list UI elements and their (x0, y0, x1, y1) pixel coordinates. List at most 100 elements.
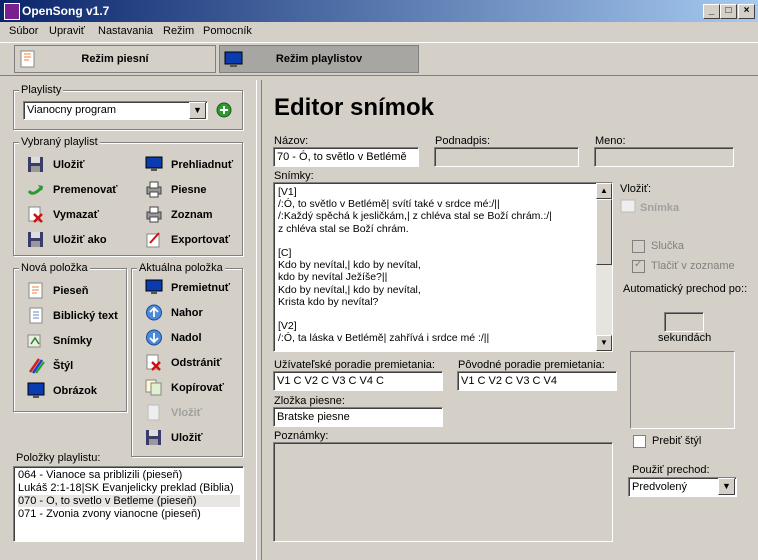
meno-field[interactable] (594, 147, 734, 167)
user-order-label: Užívateľské poradie premietania: (274, 359, 435, 371)
list-item-selected[interactable]: 070 - O, to svetlo v Betleme (pieseň) (18, 495, 240, 507)
slide-text-line: Krista kdo by nevítal? (278, 295, 379, 308)
transition-label: Použiť prechod: (632, 464, 710, 476)
slide-text-line: [V2] (278, 320, 297, 333)
meno-label: Meno: (595, 135, 626, 147)
name-label: Názov: (274, 135, 309, 147)
current-item-label: Aktuálna položka (137, 262, 225, 274)
song-mode-button[interactable]: Režim piesní (14, 45, 216, 73)
seconds-label: sekundách (658, 332, 712, 344)
song-mode-label: Režim piesní (81, 53, 149, 65)
override-style-label: Prebiť štýl (652, 435, 702, 447)
selected-playlist-label: Vybraný playlist (19, 136, 100, 148)
scroll-down-icon[interactable]: ▼ (596, 335, 612, 351)
monitor-icon (145, 156, 163, 171)
slide-text-line: [V1] (278, 186, 297, 198)
close-button[interactable]: × (738, 4, 755, 19)
insert-label: Vložiť: (620, 183, 652, 195)
window-title: OpenSong v1.7 (22, 4, 110, 18)
chevron-down-icon[interactable]: ▼ (189, 102, 206, 119)
playlist-items-label: Položky playlistu: (16, 452, 101, 464)
loop-label: Slučka (651, 240, 685, 252)
delete-icon (28, 206, 43, 223)
app-icon (4, 3, 20, 20)
rename-arrow-icon (27, 185, 44, 195)
delete-icon (146, 354, 161, 371)
song-icon (28, 282, 43, 299)
override-style-checkbox[interactable] (633, 435, 646, 448)
playlist-select-value: Vianocny program (27, 104, 117, 116)
slide-text-line: /:Ó, to světlo v Betlémě| svítí také v s… (278, 198, 500, 211)
slide-text-line: z chléva stal se Boží chrám. (278, 222, 409, 235)
chevron-down-icon[interactable]: ▼ (718, 478, 735, 495)
arrow-up-icon (146, 304, 162, 321)
menu-file[interactable]: Súbor (9, 25, 38, 37)
slide-text-line: kdo by nevítal Ježíše?|| (278, 271, 388, 284)
export-icon (146, 232, 160, 248)
slide-text-line: [C] (278, 247, 292, 259)
subtitle-field[interactable] (434, 147, 579, 167)
floppy-icon (28, 157, 43, 172)
slides-textarea[interactable]: [V1]/:Ó, to světlo v Betlémě| svítí také… (273, 182, 613, 352)
scroll-up-icon[interactable]: ▲ (596, 183, 612, 199)
maximize-button[interactable]: □ (720, 4, 737, 19)
auto-transition-label: Automatický prechod po:: (623, 283, 748, 295)
print-label: Tlačiť v zozname (651, 260, 735, 272)
folder-field[interactable]: Bratske piesne (273, 407, 443, 427)
editor-heading: Editor snímok (274, 94, 435, 121)
seconds-field[interactable] (664, 312, 704, 332)
menu-settings[interactable]: Nastavania (98, 25, 153, 37)
playlist-mode-label: Režim playlistov (275, 53, 363, 65)
slides-label: Snímky: (274, 170, 314, 182)
checkmark-icon: ✓ (634, 259, 643, 270)
title-bar: OpenSong v1.7 _ □ × (0, 0, 758, 22)
panel-divider (256, 80, 262, 560)
paste-icon (147, 404, 160, 421)
menu-edit[interactable]: Upraviť (49, 25, 85, 37)
slide-text-line: /:Každý spěchá k jesličkám,| z chléva st… (278, 210, 552, 223)
name-field[interactable]: 70 - Ó, to světlo v Betlémě (273, 147, 419, 167)
copy-icon (145, 379, 162, 396)
preview-box (630, 351, 735, 429)
folder-label: Zložka piesne: (274, 395, 345, 407)
menu-mode[interactable]: Režim (163, 25, 194, 37)
minimize-button[interactable]: _ (703, 4, 720, 19)
notes-label: Poznámky: (274, 430, 329, 442)
printer-icon (146, 181, 162, 198)
image-icon (27, 382, 45, 398)
style-icon (28, 358, 45, 374)
transition-select[interactable]: Predvolený ▼ (628, 477, 737, 497)
loop-checkbox[interactable] (632, 240, 645, 253)
list-item[interactable]: 064 - Vianoce sa priblizili (pieseň) (18, 469, 240, 481)
slides-scrollbar[interactable]: ▲ ▼ (596, 183, 612, 351)
notes-field[interactable] (273, 442, 613, 542)
scroll-thumb[interactable] (596, 199, 612, 265)
playlists-label: Playlisty (19, 84, 64, 96)
monitor-icon (145, 279, 163, 294)
printer-icon (146, 206, 162, 223)
floppy-icon (146, 430, 161, 445)
floppy-icon (28, 232, 43, 247)
menu-help[interactable]: Pomocník (203, 25, 252, 37)
new-item-label: Nová položka (19, 262, 90, 274)
playlist-items-list[interactable]: 064 - Vianoce sa priblizili (pieseň) Luk… (13, 466, 244, 542)
list-item[interactable]: Lukáš 2:1-18|SK Evanjelicky preklad (Bib… (18, 482, 240, 494)
slides-icon (27, 334, 41, 348)
print-checkbox[interactable]: ✓ (632, 259, 645, 273)
slide-text-line: Kdo by nevítal,| kdo by nevítal, (278, 259, 421, 272)
slide-icon (620, 199, 636, 213)
user-order-field[interactable]: V1 C V2 C V3 C V4 C (273, 371, 443, 391)
add-playlist-button[interactable] (216, 102, 232, 118)
playlist-mode-button[interactable]: Režim playlistov (219, 45, 419, 73)
orig-order-label: Pôvodné poradie premietania: (458, 359, 605, 371)
menu-bar: Súbor Upraviť Nastavania Režim Pomocník (0, 22, 758, 41)
name-value: 70 - Ó, to světlo v Betlémě (277, 151, 407, 163)
slide-text-line: Kdo by nevítal,| kdo by nevítal, (278, 283, 421, 296)
arrow-down-icon (146, 329, 162, 346)
playlist-select[interactable]: Vianocny program ▼ (23, 101, 208, 120)
list-item[interactable]: 071 - Zvonia zvony vianocne (pieseň) (18, 508, 240, 520)
slide-text-line: /:Ó, ta láska v Betlémě| zahřívá i srdce… (278, 332, 490, 345)
subtitle-label: Podnadpis: (435, 135, 491, 147)
bible-icon (29, 307, 43, 324)
orig-order-field[interactable]: V1 C V2 C V3 C V4 (457, 371, 617, 391)
